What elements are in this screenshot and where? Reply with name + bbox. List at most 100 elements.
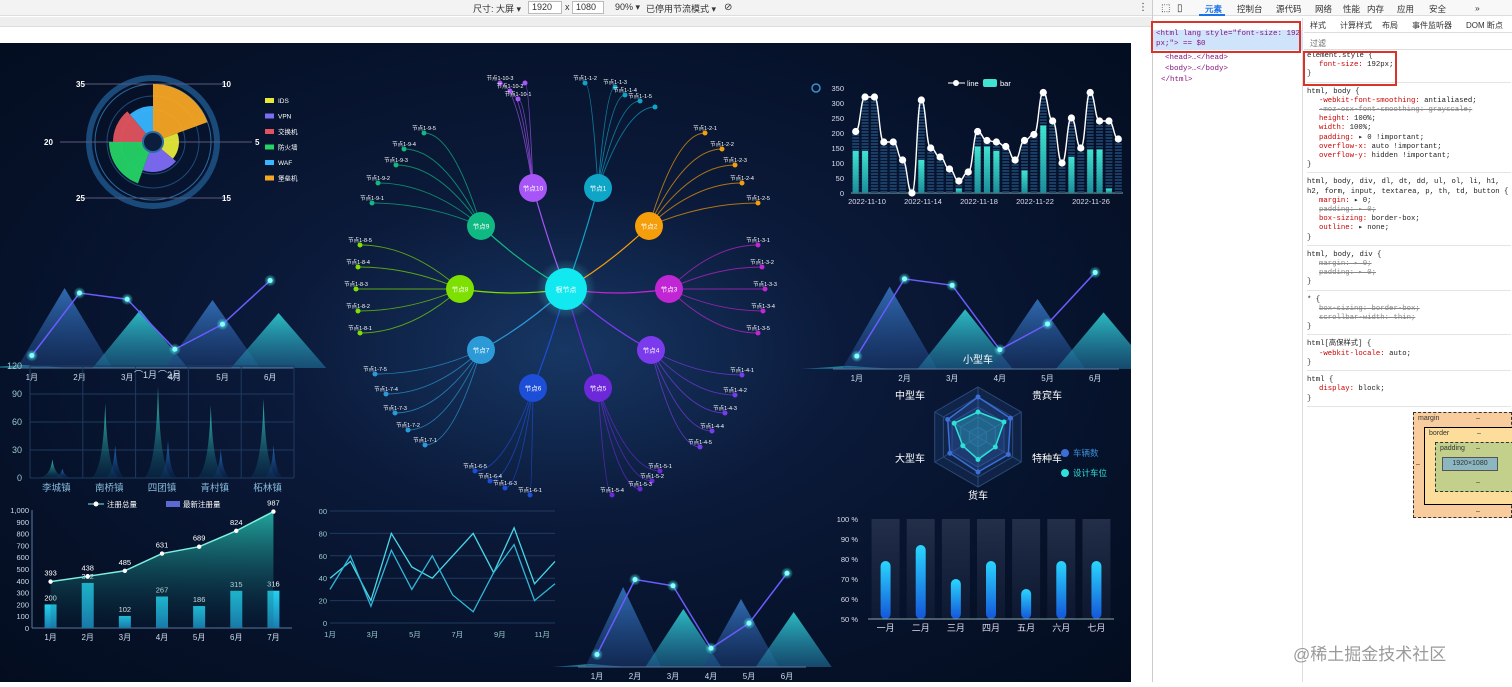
box-model-padding-label: padding [1440,445,1465,452]
radar-indicator-label: 特种车 [1032,452,1062,465]
x-tick-label: 3月 [119,633,131,642]
device-height-input[interactable]: 1080 [572,1,604,14]
inspect-icon[interactable]: ⬚ [1161,3,1170,14]
style-value: auto; [1389,349,1411,358]
tbar-track-segment [880,161,888,163]
device-width-input[interactable]: 1920 [528,1,562,14]
style-declaration[interactable]: -webkit-font-smoothing: antialiased; [1307,97,1511,106]
style-value: ▸ 0; [1354,196,1372,205]
tab-security[interactable]: 安全 [1429,3,1446,15]
tbar-line-point [1067,114,1076,122]
mountain-point [949,282,955,288]
style-property: margin: [1319,196,1355,205]
tab-memory[interactable]: 内存 [1367,3,1384,15]
tbar-track-segment [964,182,972,184]
tree-leaf-label: 节点1-5-3 [628,480,652,488]
x-tick-label: 5月 [193,633,205,642]
tree-leaf-label: 节点1-7-4 [374,385,398,393]
style-declaration[interactable]: margin: ▸ 0; [1307,260,1511,269]
tbar-track-segment [1030,170,1038,172]
rotate-icon[interactable]: ⊘ [724,2,732,13]
tree-leaf-link [385,349,482,395]
tbar-track-segment [852,149,860,151]
tab-more[interactable]: » [1475,3,1480,13]
y-tick-label: 600 [16,553,29,562]
tbar-track-segment [899,185,907,187]
style-declaration[interactable]: padding: ▸ 0 !important; [1307,134,1511,143]
style-property: -moz-osx-font-smoothing: [1319,106,1429,115]
subtab-layout[interactable]: 布局 [1382,20,1398,31]
tbar-track-segment [870,188,878,190]
tree-leaf-label: 节点1-5-4 [600,486,624,494]
tbar-track-segment [870,125,878,127]
times-sign: x [565,2,570,12]
device-mode-icon[interactable]: ▯ [1177,3,1183,14]
x-tick-label: 7月 [267,633,279,642]
style-declaration[interactable]: outline: ▸ none; [1307,224,1511,233]
device-size-select[interactable]: 尺寸: 大屏 ▾ [473,2,521,15]
style-declaration[interactable]: box-sizing: border-box; [1307,215,1511,224]
style-declaration[interactable]: margin: ▸ 0; [1307,197,1511,206]
subtab-computed[interactable]: 计算样式 [1340,20,1372,31]
style-property: padding: [1319,133,1359,142]
style-value: ▸ 0; [1358,269,1376,278]
subtab-dom-breakpoints[interactable]: DOM 断点 [1466,20,1503,31]
total-point [122,568,128,573]
y-tick-label: 0 [840,189,844,198]
zoom-select[interactable]: 90% ▾ [615,2,640,13]
tbar-track-segment [880,158,888,160]
tab-sources[interactable]: 源代码 [1276,3,1302,15]
x-tick-label: 六月 [1052,622,1070,633]
tbar-track-segment [1105,155,1113,157]
style-declaration[interactable]: padding: ▸ 0; [1307,269,1511,278]
style-declaration[interactable]: width: 100%; [1307,124,1511,133]
tab-console[interactable]: 控制台 [1237,3,1263,15]
tree-leaf-label: 节点1-10-2 [497,82,524,90]
tbar-track-segment [936,188,944,190]
style-declaration[interactable]: scrollbar-width: thin; [1307,314,1511,323]
tbar-track-segment [1058,170,1066,172]
tbar-track-segment [1114,158,1122,160]
tbar-track-segment [1030,149,1038,151]
dom-body[interactable]: <body>…</body> [1165,65,1228,73]
style-declaration[interactable]: padding: ▸ 0; [1307,206,1511,215]
style-declaration[interactable]: -moz-osx-font-smoothing: grayscale; [1307,106,1511,115]
subtab-styles[interactable]: 样式 [1310,20,1326,31]
tbar-track-segment [1002,173,1010,175]
style-declaration[interactable]: overflow-y: hidden !important; [1307,152,1511,161]
tab-performance[interactable]: 性能 [1343,3,1360,15]
tab-network[interactable]: 网络 [1315,3,1332,15]
tbar-track-segment [964,179,972,181]
tbar-track-segment [861,137,869,139]
x-tick-label: 2022-11-10 [848,197,886,206]
subtab-event-listeners[interactable]: 事件监听器 [1412,20,1452,31]
tree-leaf-label: 节点1-3-1 [746,236,770,244]
tbar-track-segment [1021,167,1029,169]
tab-application[interactable]: 应用 [1397,3,1414,15]
tbar-track-segment [1086,134,1094,136]
mountain-point [670,583,676,589]
styles-filter[interactable]: 过滤 [1304,34,1512,50]
tbar-track-segment [1058,173,1066,175]
style-declaration[interactable]: height: 100%; [1307,115,1511,124]
x-tick-label: 李城镇 [42,482,71,494]
tbar-track-segment [1086,146,1094,148]
y-tick-label: 60 % [841,595,858,604]
dom-head[interactable]: <head>…</head> [1165,54,1228,62]
more-options-icon[interactable]: ⋮ [1138,2,1148,13]
style-declaration[interactable]: -webkit-locale: auto; [1307,350,1511,359]
style-declaration[interactable]: box-sizing: border-box; [1307,305,1511,314]
tbar-bar [862,151,869,193]
x-tick-label: 7月 [452,630,464,639]
tbar-track-segment [917,140,925,142]
style-declaration[interactable]: overflow-x: auto !important; [1307,143,1511,152]
style-value: border-box; [1371,215,1420,224]
pillar-bar [1021,589,1032,619]
tbar-track-segment [870,107,878,109]
tbar-track-segment [1049,188,1057,190]
x-tick-label: 3月 [667,672,679,681]
tree-leaf-link [359,244,461,290]
watermark: @稀土掘金技术社区 [1293,645,1447,664]
style-declaration[interactable]: display: block; [1307,385,1511,394]
throttle-select[interactable]: 已停用节流模式 ▾ [646,2,716,15]
